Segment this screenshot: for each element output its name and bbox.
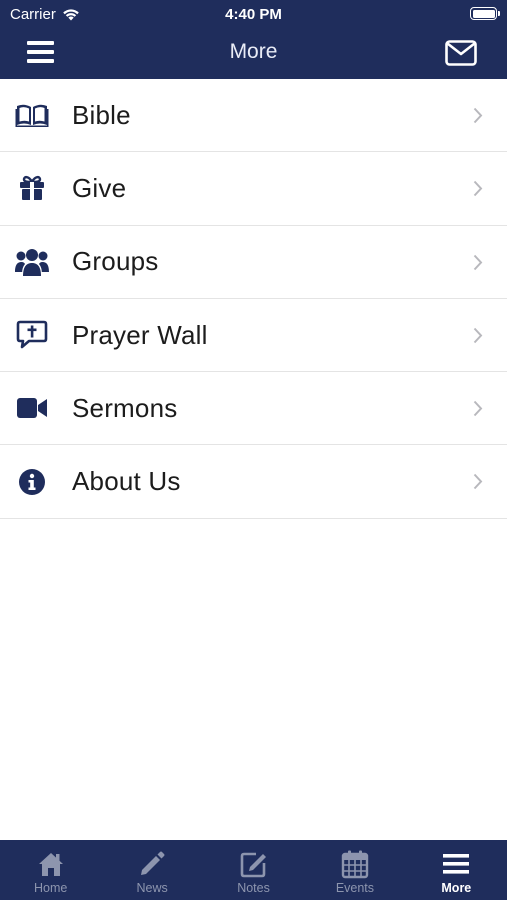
menu-item-label: About Us (72, 466, 181, 497)
status-bar: Carrier 4:40 PM (0, 0, 507, 28)
book-icon (15, 98, 49, 132)
tab-home[interactable]: Home (0, 840, 101, 900)
menu-item-label: Groups (72, 246, 159, 277)
calendar-icon (341, 849, 369, 879)
tab-more[interactable]: More (406, 840, 507, 900)
chevron-right-icon (473, 327, 483, 344)
menu-item-sermons[interactable]: Sermons (0, 372, 507, 446)
status-time: 4:40 PM (225, 6, 282, 23)
tab-label: Events (335, 881, 375, 895)
page-title: More (229, 40, 278, 63)
chevron-right-icon (473, 474, 483, 490)
battery-icon (470, 7, 500, 20)
chevron-right-icon (473, 401, 483, 417)
tab-label: News (136, 881, 168, 895)
bottom-tab-bar: Home News Notes Events More (0, 840, 507, 900)
navigation-bar: More (0, 28, 507, 79)
menu-item-give[interactable]: Give (0, 152, 507, 226)
pencil-icon (138, 849, 166, 879)
chevron-right-icon (473, 254, 483, 270)
menu-item-about-us[interactable]: About Us (0, 445, 507, 519)
chevron-right-icon (473, 181, 483, 197)
more-menu-list: Bible Give Groups Prayer Wall Sermons Ab… (0, 79, 507, 519)
home-icon (37, 849, 65, 879)
menu-item-label: Bible (72, 99, 131, 130)
video-camera-icon (15, 391, 49, 425)
tab-news[interactable]: News (101, 840, 202, 900)
gift-icon (15, 171, 49, 205)
prayer-bubble-icon (15, 318, 49, 352)
tab-label: More (441, 881, 472, 895)
hamburger-icon (443, 849, 470, 879)
menu-item-label: Give (72, 172, 127, 203)
menu-item-bible[interactable]: Bible (0, 79, 507, 153)
menu-item-label: Prayer Wall (72, 319, 208, 350)
menu-item-prayer-wall[interactable]: Prayer Wall (0, 299, 507, 373)
group-icon (15, 245, 49, 279)
note-edit-icon (239, 849, 269, 879)
info-icon (15, 465, 49, 499)
tab-events[interactable]: Events (304, 840, 405, 900)
chevron-right-icon (473, 107, 483, 124)
tab-notes[interactable]: Notes (203, 840, 304, 900)
tab-label: Notes (237, 881, 270, 895)
menu-item-label: Sermons (72, 392, 178, 423)
menu-item-groups[interactable]: Groups (0, 226, 507, 299)
tab-label: Home (34, 881, 68, 895)
envelope-icon[interactable] (445, 40, 477, 66)
top-bar: Carrier 4:40 PM More (0, 0, 507, 79)
